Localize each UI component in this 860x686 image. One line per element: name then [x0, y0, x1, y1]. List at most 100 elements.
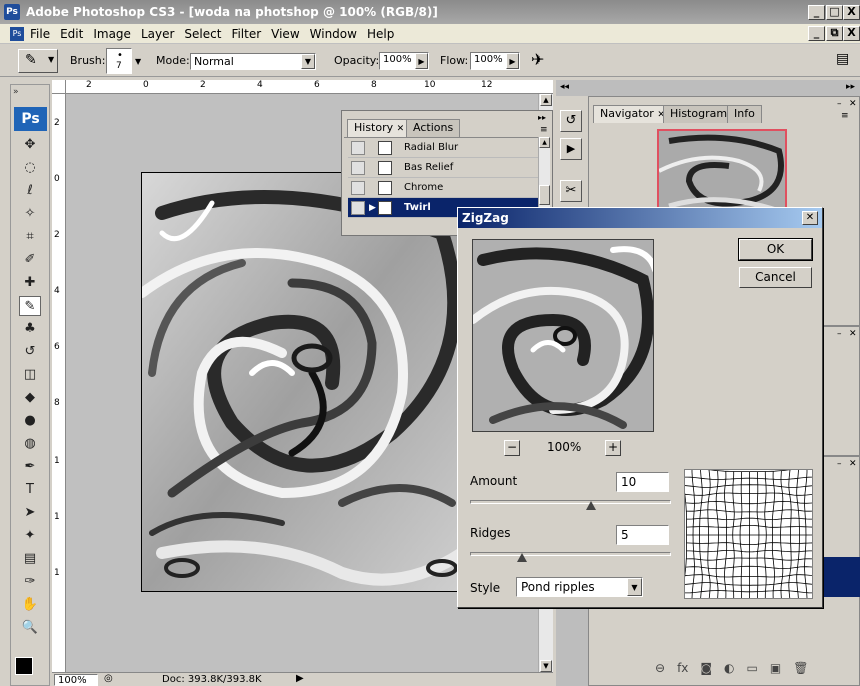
opacity-arrow-icon[interactable]: ▶	[415, 53, 428, 69]
brush-dropdown-icon[interactable]: ▼	[135, 57, 141, 66]
vertical-ruler[interactable]: 2 0 2 4 6 8 1 1 1	[52, 94, 66, 676]
path-select-icon[interactable]: ➤	[19, 503, 41, 523]
menu-image[interactable]: Image	[93, 27, 131, 41]
minimize-panel-icon[interactable]: –	[837, 99, 842, 109]
new-group-icon[interactable]: ▭	[747, 661, 758, 675]
status-menu-icon[interactable]: ◎	[104, 673, 113, 684]
flow-field[interactable]: 100% ▶	[470, 52, 520, 70]
minimize-panel-icon[interactable]: –	[837, 329, 842, 339]
horizontal-ruler[interactable]: 2 0 2 4 6 8 10 12	[66, 80, 553, 94]
history-item[interactable]: Radial Blur	[348, 138, 538, 158]
eyedropper-icon[interactable]: ✑	[19, 572, 41, 592]
pen-icon[interactable]: ✒	[19, 457, 41, 477]
adjustment-layer-icon[interactable]: ◐	[724, 661, 734, 675]
chevron-down-icon[interactable]: ▼	[627, 578, 642, 596]
dialog-close-button[interactable]: ✕	[802, 211, 818, 225]
healing-icon[interactable]: ✚	[19, 273, 41, 293]
close-panel-icon[interactable]: ✕	[849, 99, 857, 109]
flow-arrow-icon[interactable]: ▶	[506, 53, 519, 69]
menu-window[interactable]: Window	[310, 27, 357, 41]
foreground-color-swatch[interactable]	[15, 657, 33, 675]
ridges-input[interactable]: 5	[616, 525, 669, 545]
history-scrollbar[interactable]: ▲	[538, 137, 550, 207]
history-panel-icon[interactable]: ↺	[560, 110, 582, 132]
expand-icon[interactable]: ▸▸	[846, 82, 855, 92]
close-button[interactable]: X	[843, 5, 860, 20]
history-item[interactable]: Bas Relief	[348, 158, 538, 178]
ridges-slider-thumb[interactable]	[517, 553, 528, 562]
move-icon[interactable]: ✥	[19, 135, 41, 155]
mode-select[interactable]: Normal ▼	[190, 53, 316, 70]
selected-layer-row[interactable]	[821, 557, 860, 597]
menu-select[interactable]: Select	[184, 27, 221, 41]
blur-icon[interactable]: ●	[19, 411, 41, 431]
status-arrow-icon[interactable]: ▶	[296, 673, 304, 684]
amount-slider-track[interactable]	[470, 500, 671, 504]
panel-menu-icon[interactable]: ≡	[841, 111, 849, 121]
navigator-thumbnail[interactable]	[657, 129, 787, 213]
zoom-level-field[interactable]: 100%	[54, 674, 98, 686]
tab-actions[interactable]: Actions	[406, 119, 461, 137]
scroll-thumb[interactable]	[539, 185, 550, 205]
zoom-in-button[interactable]: +	[605, 440, 621, 456]
close-panel-icon[interactable]: ✕	[849, 329, 857, 339]
brush-icon[interactable]: ✎	[19, 296, 41, 316]
palette-well-icon[interactable]: ▤	[836, 51, 849, 67]
expand-icon[interactable]: ▸▸	[538, 113, 546, 122]
zoom-icon[interactable]: 🔍	[19, 618, 41, 638]
history-brush-icon[interactable]: ↺	[19, 342, 41, 362]
close-panel-icon[interactable]: ✕	[849, 459, 857, 469]
style-select[interactable]: Pond ripples ▼	[516, 577, 643, 597]
hand-icon[interactable]: ✋	[19, 595, 41, 615]
zoom-out-button[interactable]: −	[504, 440, 520, 456]
history-item[interactable]: Chrome	[348, 178, 538, 198]
clone-stamp-icon[interactable]: ♣	[19, 319, 41, 339]
document-icon[interactable]: Ps	[10, 27, 24, 41]
scroll-down-icon[interactable]: ▼	[540, 660, 552, 672]
brush-picker[interactable]: • 7	[106, 48, 132, 74]
tool-preset-picker[interactable]: ✎ ▼	[18, 49, 58, 73]
dodge-icon[interactable]: ◍	[19, 434, 41, 454]
eraser-icon[interactable]: ◫	[19, 365, 41, 385]
airbrush-icon[interactable]: ✈	[531, 50, 544, 69]
tool-presets-icon[interactable]: ✂	[560, 180, 582, 202]
doc-close-button[interactable]: X	[843, 26, 860, 41]
layer-style-icon[interactable]: fx	[677, 661, 688, 675]
magic-wand-icon[interactable]: ✧	[19, 204, 41, 224]
menu-help[interactable]: Help	[367, 27, 394, 41]
tab-history[interactable]: History ✕	[347, 119, 412, 137]
snapshot-source-checkbox[interactable]	[351, 141, 365, 155]
panel-menu-icon[interactable]: ≡	[540, 125, 548, 135]
layer-mask-icon[interactable]: ◙	[700, 661, 712, 675]
close-icon[interactable]: ✕	[397, 124, 405, 134]
marquee-icon[interactable]: ◌	[19, 158, 41, 178]
bucket-icon[interactable]: ◆	[19, 388, 41, 408]
tab-info[interactable]: Info	[727, 105, 762, 123]
scroll-up-icon[interactable]: ▲	[539, 137, 550, 148]
collapse-icon[interactable]: »	[13, 87, 19, 97]
menu-edit[interactable]: Edit	[60, 27, 83, 41]
crop-icon[interactable]: ⌗	[19, 227, 41, 247]
cancel-button[interactable]: Cancel	[739, 267, 812, 288]
snapshot-source-checkbox[interactable]	[351, 181, 365, 195]
doc-restore-button[interactable]: ⧉	[826, 26, 843, 41]
tab-navigator[interactable]: Navigator ✕	[593, 105, 672, 123]
notes-icon[interactable]: ▤	[19, 549, 41, 569]
link-layers-icon[interactable]: ⊖	[655, 661, 665, 675]
photoshop-logo-icon[interactable]: Ps	[14, 107, 47, 131]
amount-slider-thumb[interactable]	[585, 501, 596, 510]
opacity-field[interactable]: 100% ▶	[379, 52, 429, 70]
doc-minimize-button[interactable]: _	[808, 26, 825, 41]
collapse-icon[interactable]: ◂◂	[560, 82, 569, 92]
menu-layer[interactable]: Layer	[141, 27, 174, 41]
menu-filter[interactable]: Filter	[231, 27, 261, 41]
snapshot-source-checkbox[interactable]	[351, 201, 365, 215]
type-icon[interactable]: T	[19, 480, 41, 500]
lasso-icon[interactable]: ℓ	[19, 181, 41, 201]
menu-view[interactable]: View	[271, 27, 299, 41]
tab-histogram[interactable]: Histogram	[663, 105, 735, 123]
amount-input[interactable]: 10	[616, 472, 669, 492]
shape-icon[interactable]: ✦	[19, 526, 41, 546]
chevron-down-icon[interactable]: ▼	[301, 54, 315, 69]
filter-preview[interactable]	[472, 239, 654, 432]
